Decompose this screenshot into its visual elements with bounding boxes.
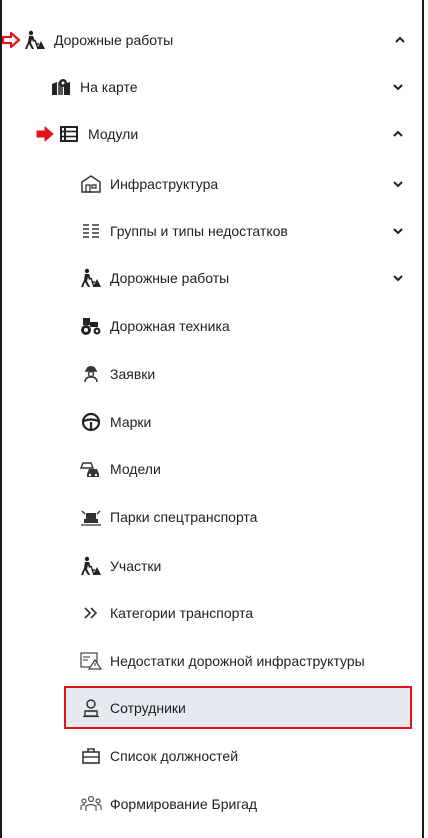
menu-item-brands[interactable]: Марки: [80, 399, 420, 445]
road-works-icon: [80, 267, 102, 289]
menu-item-label: Сотрудники: [110, 700, 186, 716]
menu-item-infrastructure[interactable]: Инфраструктура: [80, 161, 420, 207]
menu-item-employees[interactable]: Сотрудники: [80, 685, 410, 731]
list-icon: [80, 220, 102, 242]
menu-item-sections[interactable]: Участки: [80, 543, 420, 589]
menu-item-road-works[interactable]: Дорожные работы: [2, 17, 422, 63]
warning-image-icon: [80, 650, 102, 672]
menu-item-label: Категории транспорта: [110, 605, 254, 621]
menu-item-label: Марки: [110, 414, 152, 430]
menu-item-label: Дорожная техника: [110, 318, 230, 334]
menu-item-label: Заявки: [110, 366, 156, 382]
menu-item-vehicle-parks[interactable]: Парки спецтранспорта: [80, 494, 420, 540]
chevron-down-icon[interactable]: [392, 161, 404, 207]
menu-item-label: Формирование Бригад: [110, 796, 258, 812]
chevron-up-icon[interactable]: [394, 17, 406, 63]
team-icon: [80, 793, 102, 815]
menu-item-label: Группы и типы недостатков: [110, 223, 288, 239]
red-arrow-icon: [36, 126, 54, 142]
menu-item-defect-groups[interactable]: Группы и типы недостатков: [80, 208, 420, 254]
red-arrow-icon: [2, 32, 20, 48]
road-works-icon: [80, 555, 102, 577]
employee-icon: [80, 697, 102, 719]
menu-item-vehicle-categories[interactable]: Категории транспорта: [80, 590, 420, 636]
menu-item-modules[interactable]: Модули: [36, 111, 420, 157]
menu-item-label: Модули: [88, 126, 139, 142]
menu-item-label: Недостатки дорожной инфраструктуры: [110, 653, 365, 669]
menu-item-label: Инфраструктура: [110, 176, 219, 192]
menu-item-road-defects[interactable]: Недостатки дорожной инфраструктуры: [80, 638, 420, 684]
menu-item-label: Дорожные работы: [54, 32, 174, 48]
road-works-icon: [24, 29, 46, 51]
building-icon: [80, 173, 102, 195]
garage-icon: [80, 506, 102, 528]
menu-item-team-forming[interactable]: Формирование Бригад: [80, 781, 420, 827]
menu-item-positions[interactable]: Список должностей: [80, 733, 420, 779]
chevron-down-icon[interactable]: [392, 64, 404, 110]
menu-item-label: Список должностей: [110, 748, 239, 764]
menu-item-requests[interactable]: Заявки: [80, 351, 420, 397]
briefcase-icon: [80, 745, 102, 767]
chevron-down-icon[interactable]: [392, 255, 404, 301]
map-icon: [50, 76, 72, 98]
menu-item-label: Участки: [110, 558, 162, 574]
steering-wheel-icon: [80, 411, 102, 433]
cars-icon: [80, 458, 102, 480]
menu-item-road-machinery[interactable]: Дорожная техника: [80, 303, 420, 349]
worker-icon: [80, 363, 102, 385]
double-chevron-icon: [80, 602, 102, 624]
menu-item-on-map[interactable]: На карте: [50, 64, 420, 110]
menu-item-models[interactable]: Модели: [80, 446, 420, 492]
menu-item-road-works-module[interactable]: Дорожные работы: [80, 255, 420, 301]
chevron-up-icon[interactable]: [392, 111, 404, 157]
menu-item-label: Модели: [110, 461, 161, 477]
menu-item-label: Парки спецтранспорта: [110, 509, 258, 525]
tractor-icon: [80, 315, 102, 337]
menu-item-label: На карте: [80, 79, 138, 95]
menu-item-label: Дорожные работы: [110, 270, 230, 286]
modules-icon: [58, 123, 80, 145]
chevron-down-icon[interactable]: [392, 208, 404, 254]
